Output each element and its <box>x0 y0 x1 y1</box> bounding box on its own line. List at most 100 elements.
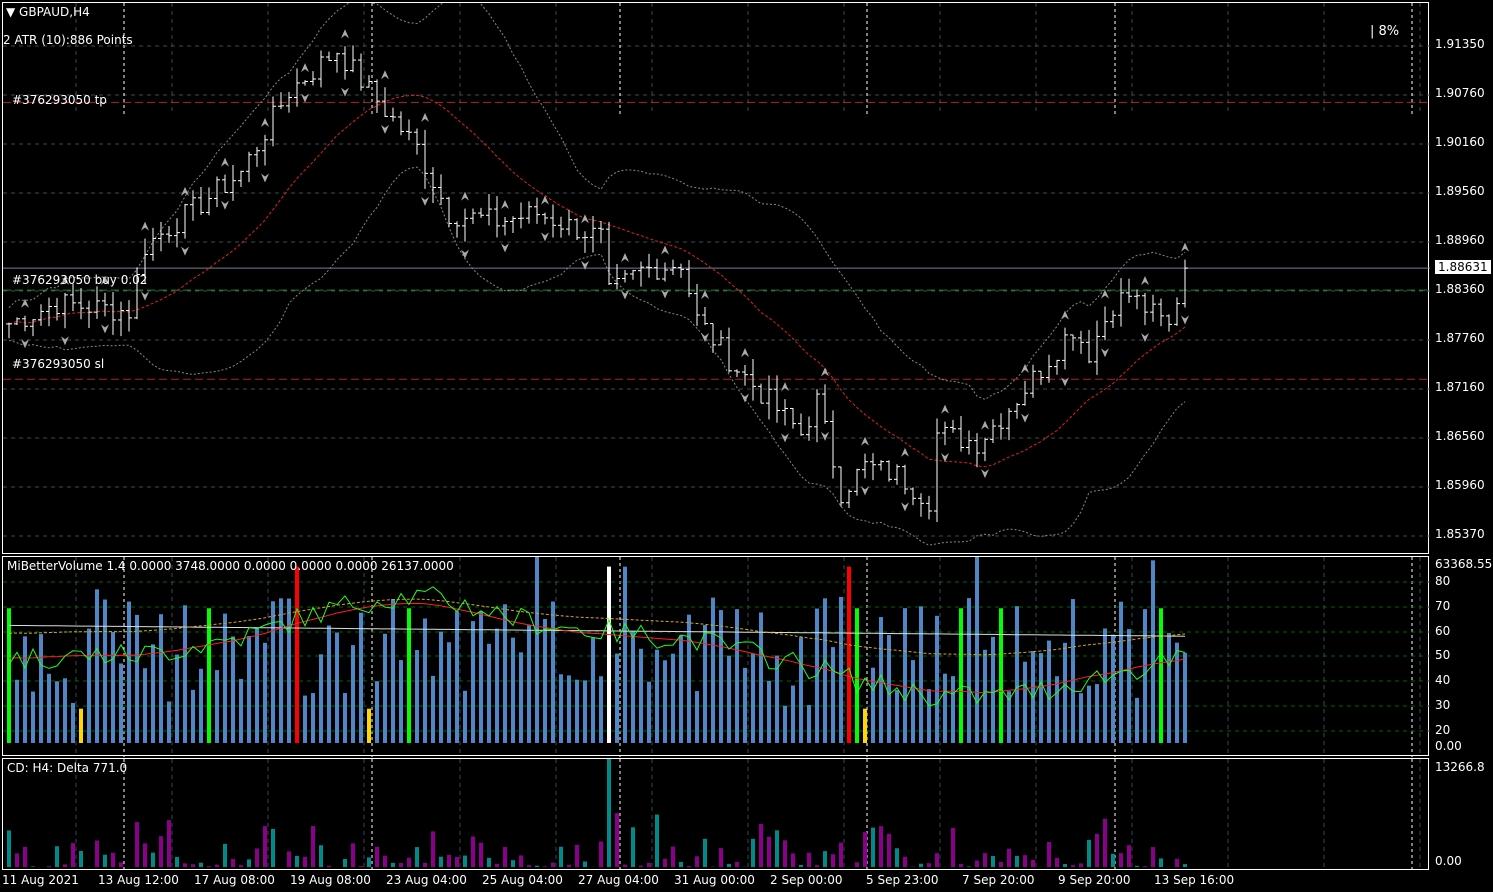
delta-bar <box>695 856 699 867</box>
volume-bar <box>31 691 35 743</box>
volume-bar <box>55 681 59 743</box>
volume-bar <box>735 609 739 743</box>
delta-bar <box>895 848 899 867</box>
volume-bar <box>287 598 291 743</box>
volume-tick: 60 <box>1435 624 1451 638</box>
delta-bar <box>327 865 331 867</box>
delta-bar <box>983 853 987 867</box>
delta-bar <box>383 855 387 867</box>
delta-bar <box>1175 858 1179 867</box>
delta-bar <box>263 826 267 867</box>
volume-tick: 50 <box>1435 648 1451 662</box>
volume-bar <box>1063 642 1067 743</box>
volume-indicator-label: MiBetterVolume 1.4 0.0000 3748.0000 0.00… <box>7 559 454 573</box>
delta-bar <box>1055 857 1059 867</box>
volume-bar <box>599 676 603 743</box>
delta-bar <box>647 862 651 867</box>
volume-bar <box>783 705 787 743</box>
volume-bar <box>23 636 27 743</box>
delta-bar <box>447 855 451 867</box>
volume-bar <box>911 660 915 743</box>
order-buy-label[interactable]: #376293050 buy 0.02 <box>12 273 147 287</box>
price-tick: 1.91350 <box>1435 37 1485 51</box>
delta-bar <box>551 862 555 867</box>
dropdown-triangle-icon[interactable]: ▼ <box>6 5 19 19</box>
fractal-up-icon <box>621 252 629 262</box>
delta-bar <box>15 853 19 867</box>
volume-bar <box>423 618 427 743</box>
delta-bar <box>119 862 123 867</box>
fractal-up-icon <box>981 420 989 430</box>
order-tp-label[interactable]: #376293050 tp <box>12 93 107 107</box>
volume-bar <box>127 601 131 743</box>
volume-bar <box>343 693 347 743</box>
volume-bar <box>503 604 507 743</box>
delta-bar <box>1127 845 1131 867</box>
delta-bar <box>463 855 467 867</box>
volume-bar <box>751 653 755 743</box>
volume-bar <box>1183 652 1187 743</box>
symbol-title[interactable]: ▼ GBPAUD,H4 <box>6 5 90 19</box>
delta-bar <box>1031 859 1035 867</box>
delta-bar <box>1159 858 1163 867</box>
volume-bar <box>319 654 323 743</box>
delta-bar <box>247 859 251 867</box>
delta-bar <box>439 856 443 867</box>
fractal-up-icon <box>941 404 949 414</box>
volume-bar <box>719 610 723 743</box>
delta-axis-max: 13266.8 <box>1435 760 1485 774</box>
fractal-up-icon <box>141 221 149 231</box>
fractal-down-icon <box>541 232 549 242</box>
delta-bar <box>959 863 963 867</box>
volume-bar <box>639 648 643 743</box>
volume-bar <box>959 608 963 743</box>
volume-bar <box>991 636 995 743</box>
delta-bar <box>919 863 923 867</box>
delta-bar <box>367 857 371 867</box>
volume-bar <box>527 625 531 743</box>
delta-panel[interactable] <box>2 758 1429 871</box>
delta-bar <box>679 861 683 867</box>
delta-bar <box>775 830 779 867</box>
delta-bar <box>991 856 995 867</box>
time-tick: 23 Aug 04:00 <box>386 873 467 887</box>
price-tick: 1.90160 <box>1435 135 1485 149</box>
price-chart-panel[interactable] <box>2 2 1430 554</box>
volume-bar <box>999 608 1003 743</box>
volume-bar <box>15 679 19 743</box>
volume-bar <box>183 605 187 743</box>
volume-bar <box>71 703 75 743</box>
delta-bar <box>799 864 803 867</box>
delta-bar <box>879 826 883 867</box>
volume-bar <box>159 614 163 743</box>
delta-bar <box>927 863 931 867</box>
volume-bar <box>1079 693 1083 743</box>
delta-bar <box>823 851 827 867</box>
delta-bar <box>559 846 563 867</box>
delta-bar <box>759 823 763 867</box>
volume-bar <box>367 708 371 743</box>
volume-bar <box>847 566 851 743</box>
delta-bar <box>599 841 603 867</box>
fractal-down-icon <box>701 333 709 343</box>
current-price-label: 1.88631 <box>1435 260 1491 274</box>
delta-bar <box>103 854 107 867</box>
delta-bar <box>199 862 203 867</box>
delta-bar <box>567 864 571 867</box>
volume-tick: 63368.55 <box>1435 557 1493 571</box>
delta-bar <box>1119 853 1123 867</box>
volume-bar <box>975 557 979 743</box>
volume-bar <box>935 615 939 743</box>
volume-tick: 40 <box>1435 673 1451 687</box>
time-tick: 5 Sep 23:00 <box>866 873 939 887</box>
order-sl-label[interactable]: #376293050 sl <box>12 357 104 371</box>
volume-bar <box>1055 676 1059 743</box>
volume-bar <box>95 589 99 743</box>
volume-panel[interactable] <box>2 556 1430 757</box>
fractal-up-icon <box>781 382 789 392</box>
delta-bar <box>271 828 275 867</box>
volume-bar <box>967 598 971 743</box>
delta-bar <box>503 847 507 867</box>
delta-bar <box>215 864 219 867</box>
delta-bar <box>671 846 675 867</box>
